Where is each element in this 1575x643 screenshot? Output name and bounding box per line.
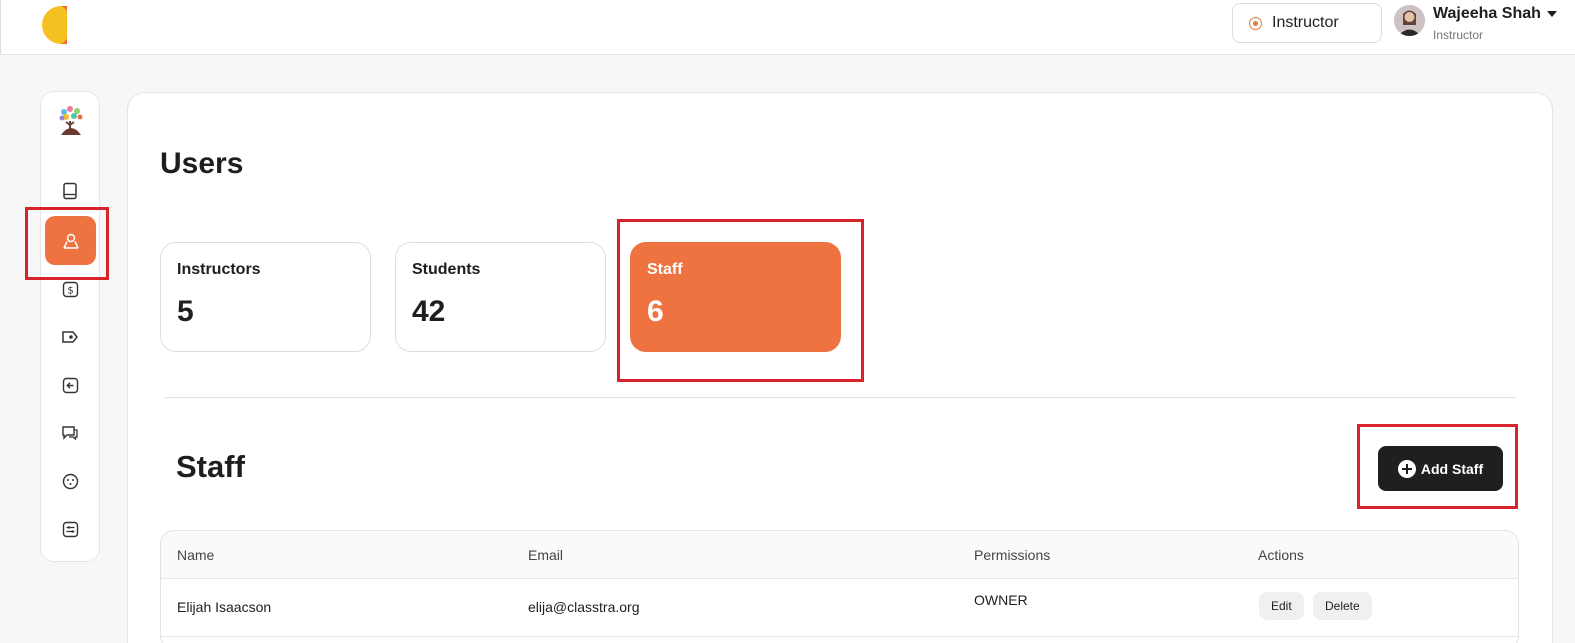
stat-card-instructors[interactable]: Instructors 5 (160, 242, 371, 352)
stat-value: 5 (177, 295, 194, 328)
stat-value: 6 (647, 295, 664, 328)
section-title: Staff (176, 449, 245, 484)
sidebar-item-community[interactable] (60, 471, 80, 491)
users-icon (62, 233, 79, 249)
table-row: Elijah Isaacson elija@classtra.org OWNER… (161, 579, 1518, 637)
sidebar-item-logout[interactable] (60, 375, 80, 395)
stat-card-staff[interactable]: Staff 6 (630, 242, 841, 352)
sidebar-item-messages[interactable] (60, 423, 80, 443)
avatar[interactable] (1394, 5, 1425, 36)
chat-icon (62, 426, 78, 441)
dollar-icon: $ (62, 281, 78, 297)
section-divider (165, 397, 1516, 398)
app-logo[interactable] (41, 2, 77, 48)
add-staff-button[interactable]: Add Staff (1378, 446, 1503, 491)
role-switch-label: Instructor (1272, 14, 1339, 31)
book-icon (63, 182, 77, 200)
plus-circle-icon (1397, 459, 1416, 478)
add-staff-label: Add Staff (1420, 460, 1484, 477)
tree-logo-icon (59, 106, 83, 135)
stat-label: Staff (647, 261, 683, 278)
stat-value: 42 (412, 295, 446, 328)
role-switch-button[interactable]: Instructor (1232, 3, 1382, 43)
arrow-left-box-icon (62, 377, 78, 393)
user-name[interactable]: Wajeeha Shah (1433, 5, 1541, 23)
staff-table: Name Email Permissions Actions Elijah Is… (160, 530, 1519, 643)
chevron-down-icon[interactable] (1547, 11, 1557, 17)
user-avatar-icon (1394, 5, 1425, 36)
stat-label: Students (412, 261, 481, 278)
column-header-email[interactable]: Email (528, 547, 563, 563)
sidebar-item-settings[interactable] (60, 519, 80, 539)
edit-button[interactable]: Edit (1259, 592, 1304, 620)
radio-indicator-icon (1249, 16, 1262, 30)
column-header-name[interactable]: Name (177, 547, 214, 563)
top-bar: Instructor Wajeeha Shah Instructor (0, 0, 1575, 55)
cell-permissions: OWNER (974, 592, 1028, 608)
stat-label: Instructors (177, 261, 261, 278)
column-header-actions: Actions (1258, 547, 1304, 563)
sidebar-item-payments[interactable]: $ (60, 279, 80, 299)
settings-sliders-icon (62, 521, 78, 537)
stat-card-students[interactable]: Students 42 (395, 242, 606, 352)
cell-name: Elijah Isaacson (177, 599, 272, 615)
user-role: Instructor (1433, 28, 1484, 42)
svg-text:$: $ (67, 285, 73, 296)
sidebar-item-users[interactable] (45, 216, 96, 265)
tag-icon (62, 331, 78, 343)
smiley-icon (62, 473, 78, 489)
page-title: Users (160, 147, 244, 180)
table-header: Name Email Permissions Actions (161, 531, 1518, 579)
delete-button[interactable]: Delete (1313, 592, 1372, 620)
sidebar-item-tags[interactable] (60, 327, 80, 347)
sidebar-item-courses[interactable] (60, 181, 80, 201)
cell-email: elija@classtra.org (528, 599, 640, 615)
column-header-permissions[interactable]: Permissions (974, 547, 1050, 563)
